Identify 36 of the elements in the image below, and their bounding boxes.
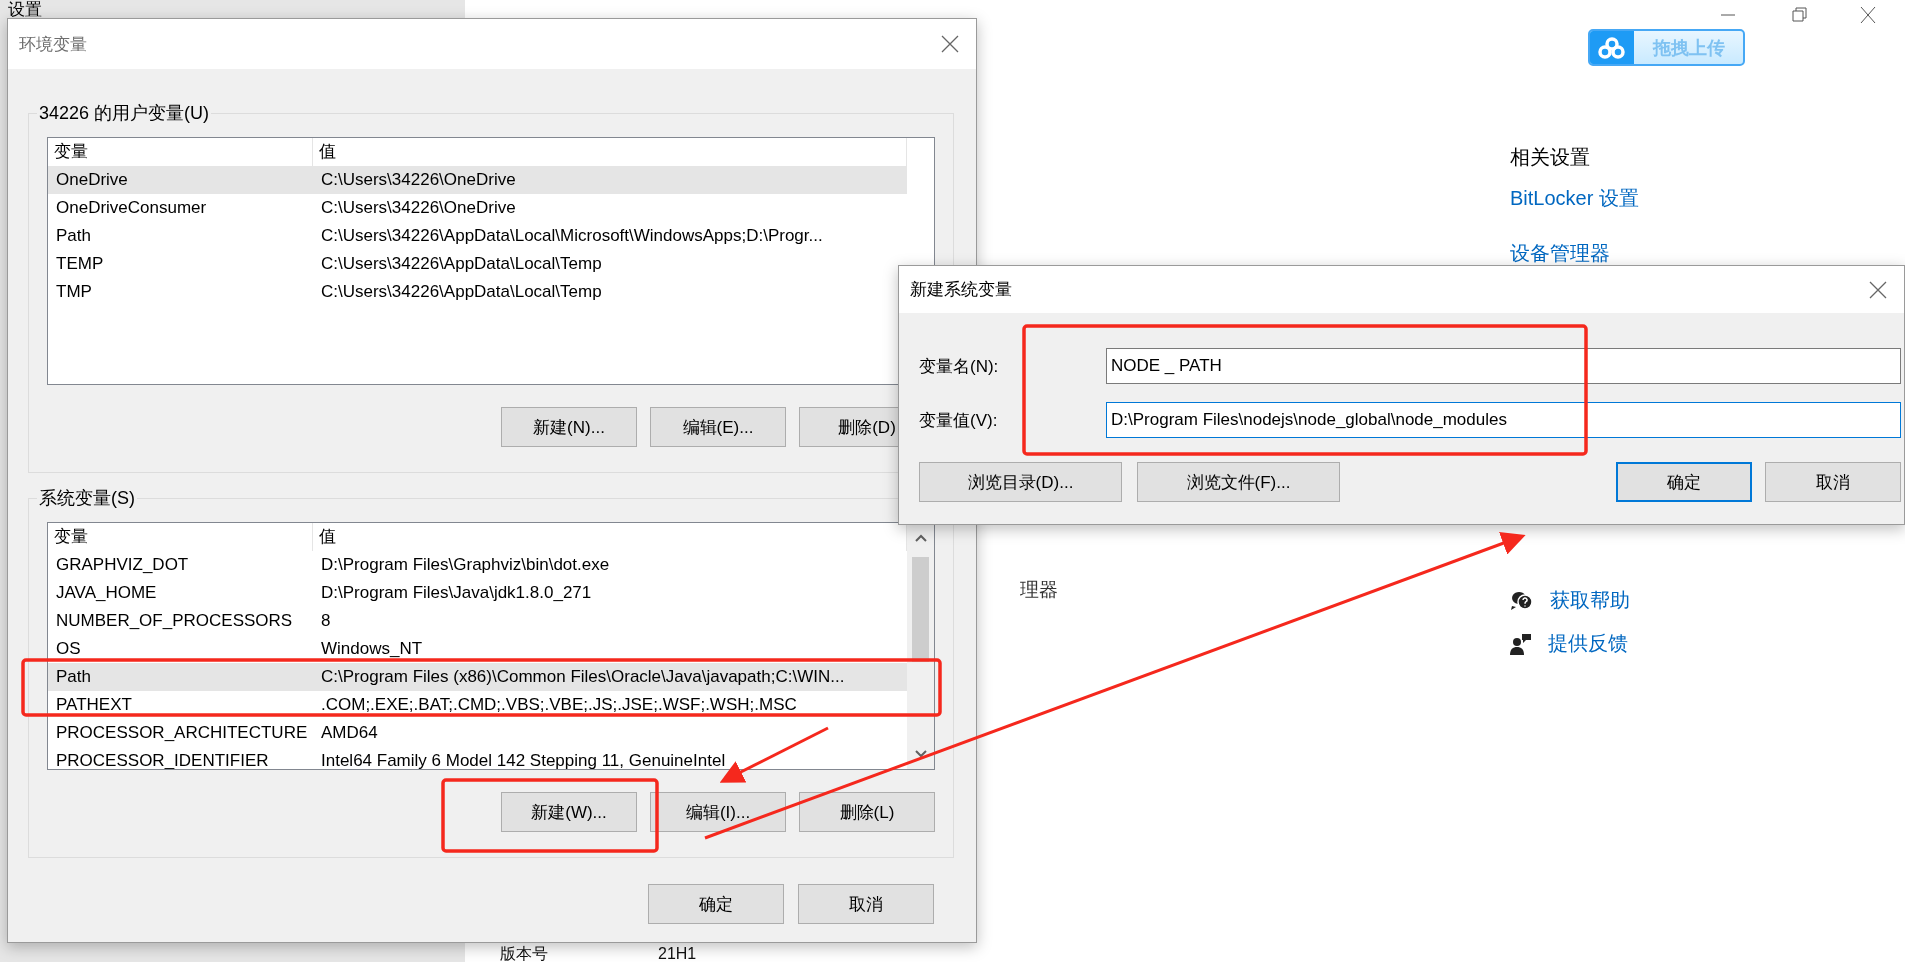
section-heading: 相关设置: [1510, 145, 1590, 170]
input-field[interactable]: NODE _ PATH: [1106, 348, 1901, 384]
dialog-button[interactable]: 删除(L): [799, 792, 935, 832]
scroll-up-icon[interactable]: [913, 533, 928, 543]
dialog-title: 新建系统变量: [910, 279, 1012, 301]
person-bubble-icon: [1510, 632, 1532, 655]
dialog-button[interactable]: 确定: [648, 884, 784, 924]
dialog-button[interactable]: 浏览文件(F)...: [1137, 462, 1340, 502]
version-value: 21H1: [658, 945, 697, 962]
dialog-title: 环境变量: [19, 33, 87, 56]
settings-link[interactable]: 设备管理器: [1510, 240, 1610, 267]
window-title: 设置: [8, 0, 42, 20]
dialog-button[interactable]: 浏览目录(D)...: [919, 462, 1122, 502]
group-label: 34226 的用户变量(U): [38, 102, 211, 125]
dialog-button[interactable]: 取消: [798, 884, 934, 924]
dialog-button[interactable]: 新建(W)...: [501, 792, 637, 832]
input-field[interactable]: D:\Program Files\nodejs\node_global\node_modules: [1106, 402, 1901, 438]
list-row[interactable]: Path C:\Program Files (x86)\Common Files\Oracle\Java\javapath;C:\WIN...: [48, 663, 907, 691]
version-label: 版本号: [500, 945, 548, 962]
help-link[interactable]: 获取帮助: [1550, 587, 1630, 614]
close-icon[interactable]: [1868, 279, 1888, 300]
label-text: 理器: [1020, 578, 1058, 602]
cloud-icon: [1598, 36, 1626, 59]
dialog-button[interactable]: 确定: [1616, 462, 1752, 502]
field-label: 变量名(N):: [919, 355, 1000, 378]
question-bubble-icon: [1510, 589, 1534, 612]
close-icon[interactable]: [940, 34, 960, 54]
dialog-button[interactable]: 编辑(I)...: [650, 792, 786, 832]
dialog-button[interactable]: 新建(N)...: [501, 407, 637, 447]
dialog-button[interactable]: 编辑(E)...: [650, 407, 786, 447]
settings-link[interactable]: BitLocker 设置: [1510, 185, 1639, 212]
group-label: 系统变量(S): [38, 487, 136, 510]
scroll-down-icon[interactable]: [913, 749, 928, 759]
dialog-button[interactable]: 取消: [1765, 462, 1901, 502]
help-link[interactable]: 提供反馈: [1548, 630, 1628, 657]
list-row[interactable]: OneDrive C:\Users\34226\OneDrive: [48, 166, 907, 194]
